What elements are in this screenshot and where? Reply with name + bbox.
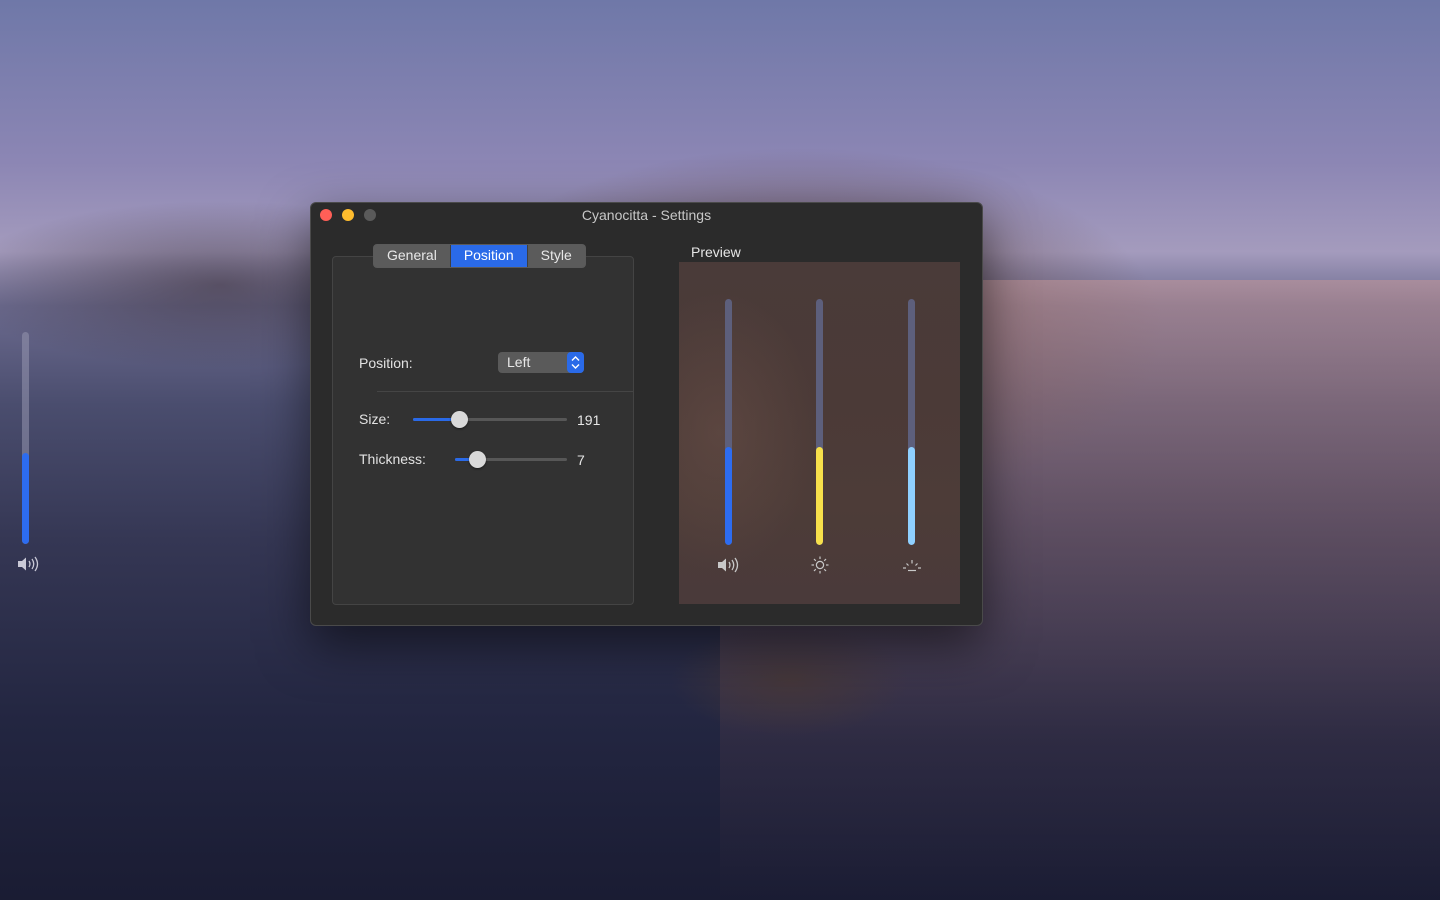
brightness-icon (811, 556, 829, 574)
settings-window: Cyanocitta - Settings Position: Left Siz… (310, 202, 983, 626)
tab-bar: General Position Style (373, 244, 586, 268)
tab-position[interactable]: Position (450, 245, 528, 267)
preview-area (679, 262, 960, 604)
volume-icon (18, 556, 39, 572)
desktop-volume-hud (16, 330, 39, 580)
wallpaper-rocks (620, 620, 960, 800)
preview-keyboard-bar (908, 299, 915, 545)
preview-keyboard-fill (908, 446, 915, 545)
slider-knob[interactable] (451, 411, 469, 428)
size-value: 191 (577, 412, 601, 428)
slider-knob[interactable] (469, 451, 487, 468)
divider (377, 391, 633, 392)
thickness-label: Thickness: (359, 451, 426, 467)
preview-volume-fill (725, 446, 732, 545)
volume-icon (718, 557, 739, 573)
tab-style[interactable]: Style (528, 245, 585, 267)
hud-track (22, 332, 29, 544)
position-select-value: Left (507, 354, 531, 370)
preview-volume-bar (725, 299, 732, 545)
titlebar[interactable]: Cyanocitta - Settings (311, 203, 982, 227)
chevron-updown-icon (567, 352, 584, 373)
preview-label: Preview (691, 244, 741, 260)
hud-level-fill (22, 452, 29, 544)
window-title: Cyanocitta - Settings (581, 207, 712, 223)
preview-brightness-fill (816, 446, 823, 545)
settings-panel: Position: Left Size: 191 Thickness: 7 (332, 256, 634, 605)
position-label: Position: (359, 355, 413, 371)
size-slider[interactable] (413, 409, 567, 429)
size-label: Size: (359, 411, 391, 427)
tab-general[interactable]: General (374, 245, 451, 267)
thickness-slider[interactable] (455, 449, 567, 469)
keyboard-brightness-icon (903, 560, 921, 572)
preview-brightness-bar (816, 299, 823, 545)
thickness-value: 7 (577, 452, 585, 468)
position-select[interactable]: Left (498, 352, 584, 373)
